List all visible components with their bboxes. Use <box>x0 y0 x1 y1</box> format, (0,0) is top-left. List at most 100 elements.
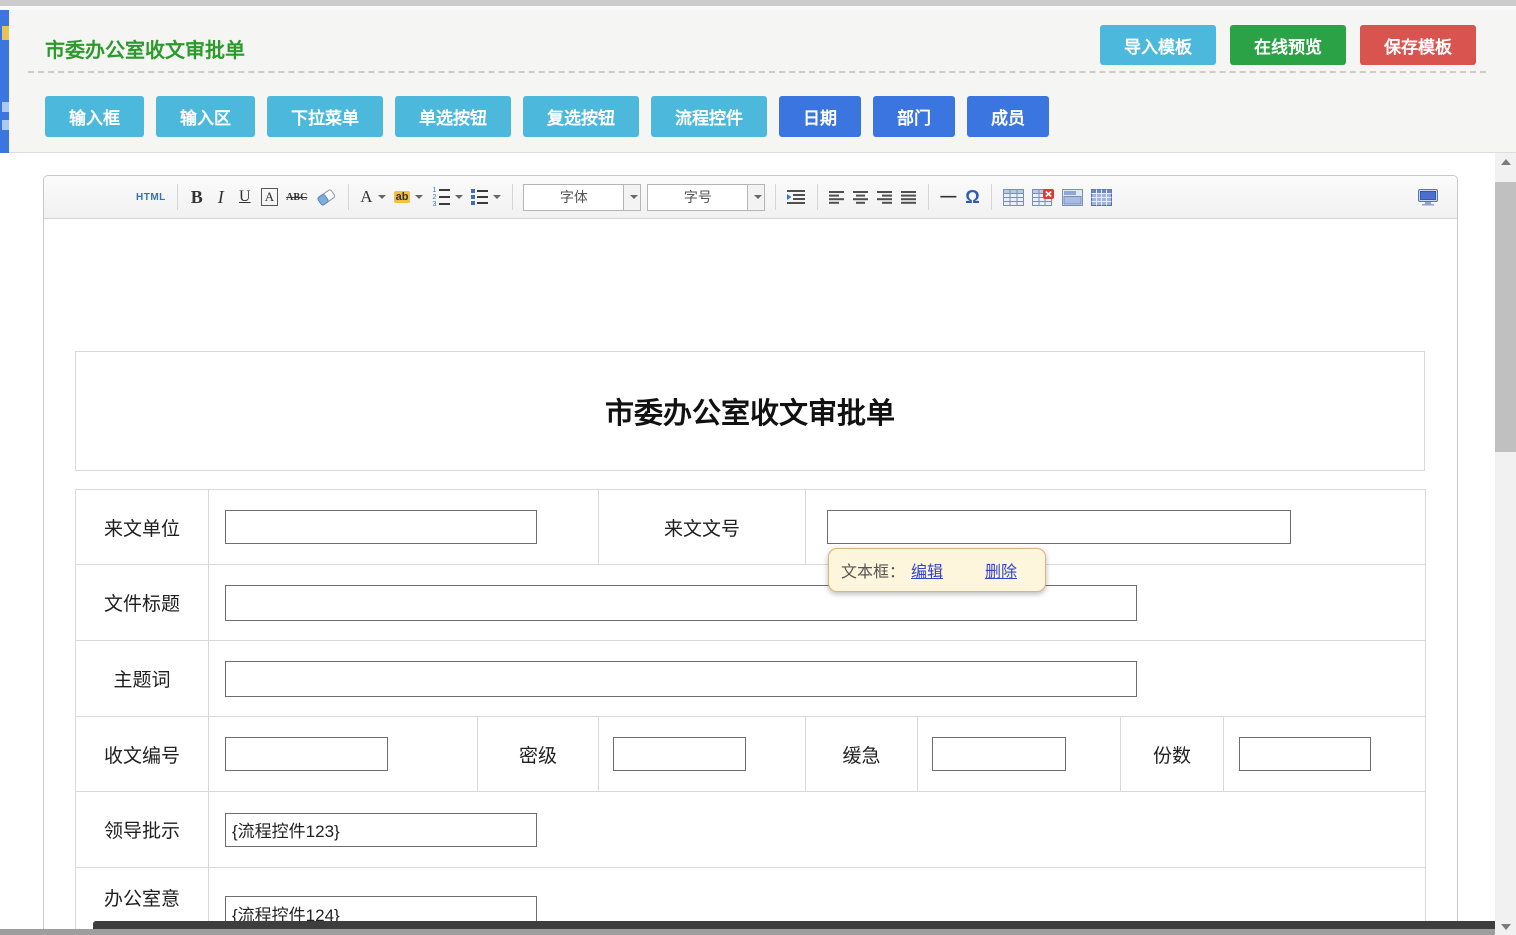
strikethrough-icon: ABC <box>286 192 307 203</box>
omega-icon: Ω <box>965 187 979 208</box>
ordered-list-button[interactable]: 1 2 3 <box>427 183 467 211</box>
align-justify-button[interactable] <box>897 183 921 211</box>
rich-text-editor: HTML B I U A ABC A ab 1 2 3 <box>43 175 1458 935</box>
table-row: 领导批示 <box>76 792 1426 868</box>
online-preview-button[interactable]: 在线预览 <box>1230 25 1346 65</box>
add-textarea-button[interactable]: 输入区 <box>156 96 255 137</box>
add-radio-button[interactable]: 单选按钮 <box>395 96 511 137</box>
import-template-button[interactable]: 导入模板 <box>1100 25 1216 65</box>
add-checkbox-button[interactable]: 复选按钮 <box>523 96 639 137</box>
toolbar-divider <box>512 184 513 210</box>
edit-link[interactable]: 编辑 <box>911 558 943 582</box>
boxed-a-icon: A <box>261 188 278 206</box>
window-top-edge-highlight <box>0 6 1516 10</box>
toolbar-divider <box>775 184 776 210</box>
ordered-list-icon: 1 2 3 <box>431 188 450 207</box>
source-code-button[interactable]: HTML <box>132 183 170 211</box>
arrow-up-icon <box>1501 159 1511 165</box>
docked-icon-fragment <box>2 102 9 112</box>
form-title-block: 市委办公室收文审批单 <box>75 351 1425 471</box>
bold-button[interactable]: B <box>185 183 209 211</box>
font-family-select[interactable]: 字体 <box>523 184 641 211</box>
scrollbar-thumb[interactable] <box>1495 182 1516 452</box>
copies-input[interactable] <box>1239 737 1371 771</box>
align-center-button[interactable] <box>849 183 873 211</box>
remove-format-button[interactable] <box>311 183 341 211</box>
subject-label: 主题词 <box>76 641 209 717</box>
font-family-dropdown-button[interactable] <box>623 185 640 210</box>
leader-note-input[interactable] <box>225 813 537 847</box>
header-action-buttons: 导入模板 在线预览 保存模板 <box>1100 25 1476 65</box>
align-left-button[interactable] <box>825 183 849 211</box>
delete-table-icon <box>1032 189 1054 206</box>
main-content-area: HTML B I U A ABC A ab 1 2 3 <box>0 153 1495 935</box>
page-title: 市委办公室收文审批单 <box>45 34 245 63</box>
source-unit-input[interactable] <box>225 510 537 544</box>
subject-input[interactable] <box>225 661 1137 697</box>
window-bottom-edge <box>93 921 1495 929</box>
insert-table-button[interactable] <box>999 183 1028 211</box>
font-size-select[interactable]: 字号 <box>647 184 765 211</box>
toolbar-divider <box>817 184 818 210</box>
add-dropdown-button[interactable]: 下拉菜单 <box>267 96 383 137</box>
docked-icon-fragment <box>2 120 9 130</box>
copies-label: 份数 <box>1121 717 1224 792</box>
unordered-list-button[interactable] <box>467 183 505 211</box>
font-color-icon: A <box>360 187 372 207</box>
chevron-down-icon <box>493 195 501 199</box>
merged-table-icon <box>1062 189 1083 206</box>
strikethrough-button[interactable]: ABC <box>282 183 311 211</box>
font-family-value: 字体 <box>524 187 623 207</box>
doc-number-label: 来文文号 <box>599 490 806 565</box>
special-character-button[interactable]: Ω <box>960 183 984 211</box>
delete-link[interactable]: 删除 <box>985 558 1017 582</box>
merge-cells-button[interactable] <box>1058 183 1087 211</box>
receipt-no-input[interactable] <box>225 737 388 771</box>
toolbar-divider <box>177 184 178 210</box>
urgency-input[interactable] <box>932 737 1066 771</box>
align-right-button[interactable] <box>873 183 897 211</box>
table-row: 收文编号 密级 缓急 份数 <box>76 717 1426 792</box>
toolbar-divider <box>991 184 992 210</box>
save-template-button[interactable]: 保存模板 <box>1360 25 1476 65</box>
table-row: 来文单位 来文文号 <box>76 490 1426 565</box>
editor-toolbar: HTML B I U A ABC A ab 1 2 3 <box>44 176 1457 219</box>
delete-table-button[interactable] <box>1028 183 1058 211</box>
character-style-button[interactable]: A <box>257 183 282 211</box>
scroll-down-button[interactable] <box>1495 918 1516 935</box>
table-grid-icon <box>1091 189 1112 206</box>
add-flow-control-button[interactable]: 流程控件 <box>651 96 767 137</box>
chevron-down-icon <box>455 195 463 199</box>
doc-number-input[interactable] <box>827 510 1291 544</box>
underline-button[interactable]: U <box>233 183 257 211</box>
window-bottom-strip <box>0 929 1495 935</box>
table-row: 主题词 <box>76 641 1426 717</box>
font-size-value: 字号 <box>648 187 747 207</box>
fullscreen-button[interactable] <box>1413 183 1443 211</box>
chevron-down-icon <box>378 195 386 199</box>
secrecy-input[interactable] <box>613 737 746 771</box>
add-member-button[interactable]: 成员 <box>967 96 1049 137</box>
font-color-button[interactable]: A <box>356 183 389 211</box>
docked-icon-fragment <box>2 26 9 40</box>
secrecy-label: 密级 <box>478 717 599 792</box>
table-properties-button[interactable] <box>1087 183 1116 211</box>
scroll-up-button[interactable] <box>1495 153 1516 170</box>
doc-title-label: 文件标题 <box>76 565 209 641</box>
source-unit-label: 来文单位 <box>76 490 209 565</box>
font-size-dropdown-button[interactable] <box>747 185 764 210</box>
arrow-down-icon <box>1501 924 1511 930</box>
horizontal-rule-button[interactable]: — <box>936 183 960 211</box>
urgency-label: 缓急 <box>806 717 918 792</box>
italic-button[interactable]: I <box>209 183 233 211</box>
underline-icon: U <box>239 188 251 206</box>
highlight-color-button[interactable]: ab <box>390 183 428 211</box>
indent-button[interactable] <box>783 183 810 211</box>
add-department-button[interactable]: 部门 <box>873 96 955 137</box>
textbox-action-tooltip: 文本框： 编辑 删除 <box>828 548 1046 592</box>
approval-form-table: 来文单位 来文文号 文件标题 主题词 收文编号 密级 缓急 份数 <box>75 489 1426 935</box>
italic-icon: I <box>218 187 224 208</box>
add-input-box-button[interactable]: 输入框 <box>45 96 144 137</box>
add-date-button[interactable]: 日期 <box>779 96 861 137</box>
vertical-scrollbar[interactable] <box>1495 153 1516 935</box>
